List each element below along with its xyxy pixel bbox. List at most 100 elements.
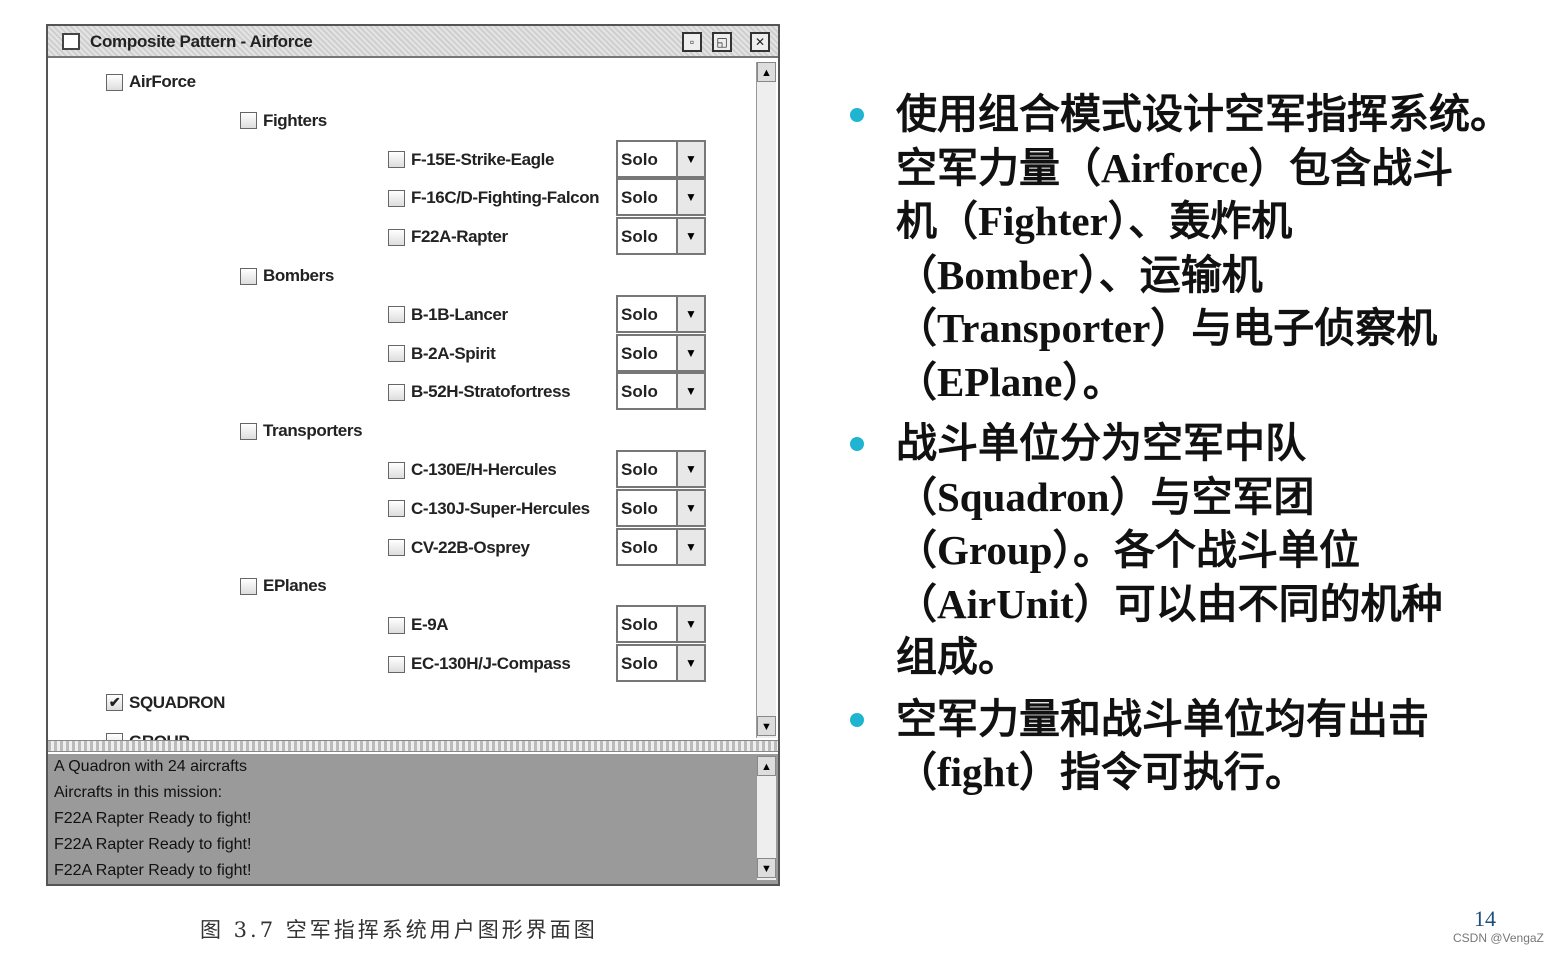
checkbox[interactable] [388, 616, 405, 634]
checkbox[interactable] [388, 345, 405, 363]
tree-item[interactable]: Fighters [240, 111, 327, 131]
tree-item[interactable]: CV-22B-Osprey [388, 538, 530, 558]
tree-item[interactable]: EC-130H/J-Compass [388, 654, 571, 674]
mode-dropdown[interactable]: Solo ▼ [616, 644, 706, 682]
tree-item-label: C-130J-Super-Hercules [411, 498, 590, 518]
mode-value: Solo [621, 343, 658, 363]
checkbox[interactable] [388, 461, 405, 479]
checkbox[interactable] [240, 577, 257, 595]
output-text-area[interactable]: A Quadron with 24 aircrafts Aircrafts in … [48, 754, 778, 884]
scroll-down-icon[interactable]: ▼ [757, 858, 776, 878]
mode-dropdown[interactable]: Solo ▼ [616, 488, 706, 527]
mode-dropdown[interactable]: Solo ▼ [616, 294, 706, 333]
bullet-text-line: （Squadron）与空军团 [896, 473, 1315, 520]
window-icon [62, 33, 80, 50]
checkbox[interactable] [388, 655, 405, 673]
checkbox[interactable] [388, 151, 405, 169]
mode-value: Solo [621, 382, 658, 402]
checkbox[interactable] [388, 228, 405, 246]
bullet-icon [850, 437, 864, 451]
mode-dropdown[interactable]: Solo ▼ [616, 217, 706, 256]
chevron-down-icon[interactable]: ▼ [676, 180, 704, 215]
tree-item-label: EC-130H/J-Compass [411, 654, 571, 673]
close-button[interactable]: ✕ [750, 32, 770, 52]
bullet-icon [850, 712, 864, 727]
checkbox[interactable] [240, 267, 257, 285]
checkbox[interactable] [388, 189, 405, 207]
tree-item[interactable]: F22A-Rapter [388, 227, 508, 247]
checkbox[interactable] [240, 112, 257, 130]
mode-dropdown[interactable]: Solo ▼ [616, 450, 706, 488]
checkbox[interactable] [388, 539, 405, 557]
tree-item-label: AirForce [129, 72, 196, 91]
chevron-down-icon[interactable]: ▼ [676, 335, 704, 370]
iconify-button[interactable]: ▫ [682, 32, 702, 52]
chevron-down-icon[interactable]: ▼ [676, 529, 704, 564]
mode-dropdown[interactable]: Solo ▼ [616, 178, 706, 217]
checkbox[interactable]: ✔ [106, 694, 123, 712]
checkbox[interactable] [388, 500, 405, 518]
tree-item[interactable]: C-130J-Super-Hercules [388, 499, 590, 519]
tree-item[interactable]: AirForce [106, 72, 196, 92]
bullet-text-line: （Group）。各个战斗单位 [896, 527, 1360, 573]
window-title: Composite Pattern - Airforce [90, 32, 313, 51]
tree-item-label: E-9A [411, 615, 449, 635]
mode-dropdown[interactable]: Solo ▼ [616, 139, 706, 178]
title-bar: Composite Pattern - Airforce ▫ ◱ ✕ [48, 26, 778, 58]
tree-item[interactable]: C-130E/H-Hercules [388, 460, 557, 480]
mode-value: Solo [621, 188, 658, 208]
tree-item[interactable]: E-9A [388, 615, 449, 635]
maximize-button[interactable]: ◱ [712, 32, 732, 52]
bullet-text-line: 战斗单位分为空军中队 [896, 420, 1306, 466]
tree-item-label: B-1B-Lancer [411, 304, 508, 324]
output-line: F22A Rapter Ready to fight! [54, 810, 252, 827]
checkbox[interactable] [388, 383, 405, 401]
chevron-down-icon[interactable]: ▼ [676, 607, 704, 642]
mode-dropdown[interactable]: Solo ▼ [616, 333, 706, 372]
output-line: F22A Rapter Ready to fight! [54, 836, 252, 853]
bullet-icon [850, 108, 864, 122]
bullet-item: 使用组合模式设计空军指挥系统。 空军力量（Airforce）包含战斗 机（Fight… [850, 88, 1550, 409]
split-pane-divider[interactable] [48, 740, 778, 752]
bullet-text-line: （Bomber）、运输机 [896, 251, 1263, 298]
chevron-down-icon[interactable]: ▼ [676, 452, 704, 486]
chevron-down-icon[interactable]: ▼ [676, 219, 704, 254]
tree-item[interactable]: B-2A-Spirit [388, 344, 496, 364]
tree-scrollbar[interactable]: ▲ ▼ [756, 62, 776, 738]
checkbox[interactable] [240, 422, 257, 440]
tree-item[interactable]: B-52H-Stratofortress [388, 382, 571, 402]
tree-item-label: CV-22B-Osprey [411, 537, 530, 557]
tree-item[interactable]: Bombers [240, 266, 334, 286]
mode-dropdown[interactable]: Solo ▼ [616, 605, 706, 644]
checkbox[interactable] [106, 733, 123, 740]
checkbox[interactable] [388, 306, 405, 324]
bullet-text-line: 组成。 [896, 634, 1019, 680]
output-scrollbar[interactable]: ▲ ▼ [756, 756, 776, 880]
mode-value: Solo [621, 227, 658, 247]
page-number: 14 [1474, 906, 1496, 931]
chevron-down-icon[interactable]: ▼ [676, 141, 704, 176]
tree-item[interactable]: Transporters [240, 421, 363, 441]
bullet-text-line: （fight）指令可执行。 [896, 749, 1306, 795]
chevron-down-icon[interactable]: ▼ [676, 646, 704, 680]
checkbox[interactable] [106, 73, 123, 91]
scroll-down-icon[interactable]: ▼ [757, 716, 776, 736]
mode-dropdown[interactable]: Solo ▼ [616, 372, 706, 411]
tree-item[interactable]: F-15E-Strike-Eagle [388, 150, 554, 170]
tree-item[interactable]: ✔ SQUADRON [106, 693, 225, 713]
scroll-up-icon[interactable]: ▲ [757, 756, 776, 776]
bullet-item: 战斗单位分为空军中队 （Squadron）与空军团 （Group）。各个战斗单位 （A… [850, 417, 1550, 685]
bullet-text-line: 空军力量和战斗单位均有出击 [896, 695, 1429, 742]
tree-item-label: GROUP [129, 732, 190, 740]
tree-item-label: F22A-Rapter [411, 227, 508, 247]
tree-item[interactable]: GROUP [106, 732, 190, 740]
mode-dropdown[interactable]: Solo ▼ [616, 527, 706, 566]
chevron-down-icon[interactable]: ▼ [676, 374, 704, 409]
tree-item[interactable]: B-1B-Lancer [388, 305, 508, 325]
chevron-down-icon[interactable]: ▼ [676, 296, 704, 331]
scroll-up-icon[interactable]: ▲ [757, 62, 776, 82]
output-line: A Quadron with 24 aircrafts [54, 758, 247, 775]
tree-item[interactable]: EPlanes [240, 576, 327, 596]
chevron-down-icon[interactable]: ▼ [676, 490, 704, 525]
tree-item[interactable]: F-16C/D-Fighting-Falcon [388, 188, 600, 208]
